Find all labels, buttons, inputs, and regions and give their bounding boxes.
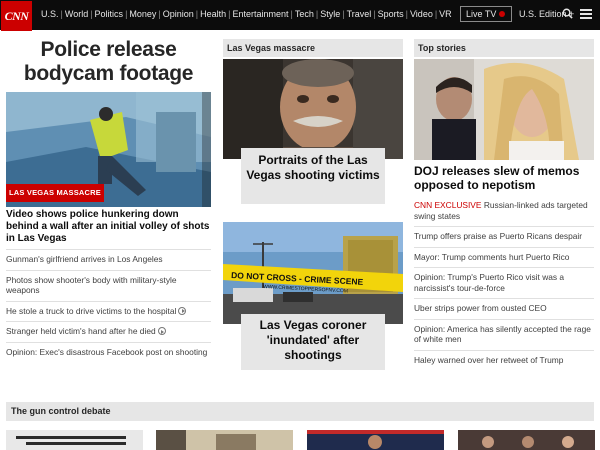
nav-item-politics[interactable]: Politics <box>95 9 124 19</box>
story-link-text: Photos show shooter's body with military… <box>6 274 177 296</box>
nav-item-world[interactable]: World <box>65 9 88 19</box>
menu-icon[interactable] <box>580 9 592 19</box>
nav-item-travel[interactable]: Travel <box>347 9 372 19</box>
nav-item-sports[interactable]: Sports <box>378 9 404 19</box>
story-link-text: He stole a truck to drive victims to the… <box>6 305 177 316</box>
story-link[interactable]: Opinion: Exec's disastrous Facebook post… <box>6 341 211 363</box>
studio-image <box>307 430 444 450</box>
nav-item-vr[interactable]: VR <box>439 9 452 19</box>
nav-separator: | <box>315 9 319 19</box>
top-story-link[interactable]: Mayor: Trump comments hurt Puerto Rico <box>414 246 594 268</box>
crime-scene-photo[interactable]: DO NOT CROSS - CRIME SCENE WWW.CRIMESTOP… <box>223 222 403 324</box>
section-header-top-stories[interactable]: Top stories <box>414 39 594 57</box>
cnn-exclusive-label: CNN EXCLUSIVE <box>414 200 482 210</box>
live-dot-icon <box>499 11 505 17</box>
story-link-text: Stranger held victim's hand after he die… <box>6 326 156 336</box>
nav-item-entertainment[interactable]: Entertainment <box>233 9 289 19</box>
nav-separator: | <box>373 9 376 19</box>
search-icon[interactable] <box>562 8 573 19</box>
exclusive-story[interactable]: CNN EXCLUSIVE Russian-linked ads targete… <box>414 198 594 226</box>
top-story-link[interactable]: Trump offers praise as Puerto Ricans des… <box>414 226 594 247</box>
nav-item-money[interactable]: Money <box>129 9 156 19</box>
story-link-text: Opinion: Exec's disastrous Facebook post… <box>6 346 208 357</box>
gun-control-thumbnail[interactable] <box>6 430 143 450</box>
portrait-image <box>223 59 403 159</box>
coroner-headline[interactable]: Las Vegas coroner 'inundated' after shoo… <box>241 314 385 370</box>
gun-control-thumbnail[interactable] <box>307 430 444 450</box>
nav-separator: | <box>195 9 199 19</box>
top-stories-list: CNN EXCLUSIVE Russian-linked ads targete… <box>414 198 594 370</box>
top-navigation-bar: CNN U.S. | World | Politics | Money | Opinion | He… <box>0 0 600 31</box>
couple-image <box>414 59 594 160</box>
nav-separator: | <box>434 9 438 19</box>
lead-headline[interactable]: Video shows police hunkering down behind… <box>6 209 211 245</box>
video-play-icon <box>157 327 166 335</box>
section-header-las-vegas[interactable]: Las Vegas massacre <box>223 39 403 57</box>
story-link[interactable]: He stole a truck to drive victims to the… <box>6 300 211 322</box>
room-image <box>156 430 293 450</box>
top-story-link[interactable]: Opinion: America has silently accepted t… <box>414 318 594 350</box>
story-link[interactable]: Stranger held victim's hand after he die… <box>6 321 211 342</box>
nav-item-style[interactable]: Style <box>320 9 340 19</box>
nav-separator: | <box>342 9 345 19</box>
nav-item-video[interactable]: Video <box>410 9 433 19</box>
story-link[interactable]: Gunman's girlfriend arrives in Los Angel… <box>6 249 211 270</box>
live-tv-button[interactable]: Live TV <box>460 6 512 22</box>
gun-control-section-header[interactable]: The gun control debate <box>6 402 594 421</box>
crowd-image <box>458 430 595 450</box>
nav-item-tech[interactable]: Tech <box>295 9 314 19</box>
nav-item-opinion[interactable]: Opinion <box>163 9 194 19</box>
story-link-text: Gunman's girlfriend arrives in Los Angel… <box>6 254 163 264</box>
nav-separator: | <box>158 9 161 19</box>
las-vegas-massacre-tag[interactable]: LAS VEGAS MASSACRE <box>6 184 104 202</box>
hero-title[interactable]: Police release bodycam footage <box>6 38 211 86</box>
nav-separator: | <box>125 9 128 19</box>
main-nav: U.S. | World | Politics | Money | Opinion | Health… <box>41 9 452 19</box>
col1-story-list: Gunman's girlfriend arrives in Los Angel… <box>6 249 211 362</box>
story-link[interactable]: Photos show shooter's body with military… <box>6 269 211 301</box>
gun-control-thumbnail[interactable] <box>458 430 595 450</box>
video-play-icon <box>178 306 187 315</box>
top-story-link[interactable]: Haley warned over her retweet of Trump <box>414 349 594 371</box>
nav-item-health[interactable]: Health <box>200 9 226 19</box>
top-story-link[interactable]: Uber strips power from ousted CEO <box>414 298 594 319</box>
cnn-logo[interactable]: CNN <box>1 1 32 31</box>
nav-item-u-s[interactable]: U.S. <box>41 9 59 19</box>
portraits-headline[interactable]: Portraits of the Las Vegas shooting vict… <box>241 148 385 204</box>
rifles-image <box>6 430 143 450</box>
gunman-photo[interactable] <box>223 59 403 159</box>
doj-headline[interactable]: DOJ releases slew of memos opposed to ne… <box>414 164 594 192</box>
nav-separator: | <box>290 9 293 19</box>
top-story-photo[interactable] <box>414 59 594 160</box>
gun-control-thumbnail[interactable] <box>156 430 293 450</box>
nav-separator: | <box>228 9 231 19</box>
top-story-link[interactable]: Opinion: Trump's Puerto Rico visit was a… <box>414 267 594 298</box>
nav-separator: | <box>90 9 93 19</box>
nav-separator: | <box>405 9 408 19</box>
crime-scene-image: DO NOT CROSS - CRIME SCENE WWW.CRIMESTOP… <box>223 222 403 324</box>
live-tv-label: Live TV <box>466 9 497 19</box>
nav-separator: | <box>60 9 63 19</box>
